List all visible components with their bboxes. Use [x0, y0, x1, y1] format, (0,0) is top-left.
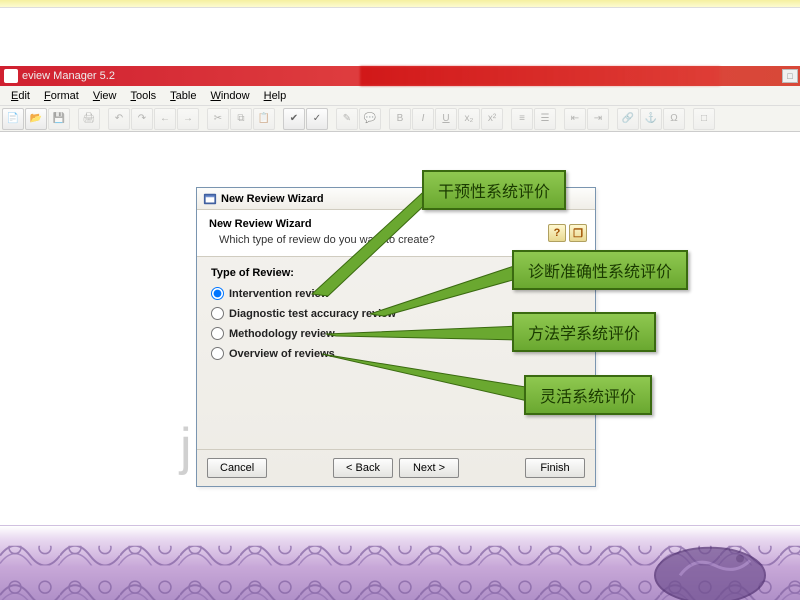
spellcheck-icon[interactable]: ✔: [283, 108, 305, 130]
link-icon: 🔗: [617, 108, 639, 130]
radio-diagnostic-label: Diagnostic test accuracy review: [229, 308, 396, 320]
list-bullet-icon: ≡: [511, 108, 533, 130]
save-icon[interactable]: 💾: [48, 108, 70, 130]
blank-area: [0, 8, 800, 66]
dialog-header-subtitle: Which type of review do you want to crea…: [209, 234, 583, 246]
indent-icon: ⇥: [587, 108, 609, 130]
top-accent-bar: [0, 0, 800, 8]
nav-back-icon: ←: [154, 108, 176, 130]
underline-icon: U: [435, 108, 457, 130]
redo-icon: ↷: [131, 108, 153, 130]
radio-intervention-input[interactable]: [211, 287, 224, 300]
sub-icon: x₂: [458, 108, 480, 130]
menu-view[interactable]: View: [86, 88, 124, 104]
window-title: eview Manager 5.2: [22, 70, 115, 82]
radio-methodology-input[interactable]: [211, 327, 224, 340]
next-button[interactable]: Next >: [399, 458, 459, 478]
anchor-icon: ⚓: [640, 108, 662, 130]
menu-format[interactable]: Format: [37, 88, 86, 104]
list-number-icon: ☰: [534, 108, 556, 130]
menu-table[interactable]: Table: [163, 88, 203, 104]
menubar: Edit Format View Tools Table Window Help: [0, 86, 800, 106]
radio-diagnostic-input[interactable]: [211, 307, 224, 320]
menu-tools[interactable]: Tools: [123, 88, 163, 104]
paste-icon: 📋: [253, 108, 275, 130]
tool-icon: □: [693, 108, 715, 130]
toolbar: 📄 📂 💾 🖨 ↶ ↷ ← → ✂ ⧉ 📋 ✔ ✓ ✎ 💬 B I U x₂ x…: [0, 106, 800, 132]
app-icon: [4, 69, 18, 83]
callout-diagnostic: 诊断准确性系统评价: [512, 250, 688, 290]
new-icon[interactable]: 📄: [2, 108, 24, 130]
open-icon[interactable]: 📂: [25, 108, 47, 130]
menu-edit[interactable]: Edit: [4, 88, 37, 104]
radio-overview-input[interactable]: [211, 347, 224, 360]
cut-icon: ✂: [207, 108, 229, 130]
radio-overview-label: Overview of reviews: [229, 348, 335, 360]
wizard-icon: [203, 192, 217, 206]
content-area: jinchutou.com New Review Wizard New Revi…: [0, 132, 800, 522]
check-icon[interactable]: ✓: [306, 108, 328, 130]
radio-methodology-label: Methodology review: [229, 328, 335, 340]
bold-icon: B: [389, 108, 411, 130]
radio-intervention-label: Intervention review: [229, 288, 329, 300]
comment-icon: 💬: [359, 108, 381, 130]
menu-help[interactable]: Help: [257, 88, 294, 104]
callout-intervention: 干预性系统评价: [422, 170, 566, 210]
sup-icon: x²: [481, 108, 503, 130]
outdent-icon: ⇤: [564, 108, 586, 130]
nav-fwd-icon: →: [177, 108, 199, 130]
finish-button[interactable]: Finish: [525, 458, 585, 478]
footer-decoration: [0, 525, 800, 600]
window-control[interactable]: □: [782, 69, 798, 83]
dialog-footer: Cancel < Back Next > Finish: [197, 449, 595, 486]
menu-window[interactable]: Window: [203, 88, 256, 104]
dialog-title: New Review Wizard: [221, 193, 324, 205]
print-icon: 🖨: [78, 108, 100, 130]
back-button[interactable]: < Back: [333, 458, 393, 478]
symbol-icon: Ω: [663, 108, 685, 130]
italic-icon: I: [412, 108, 434, 130]
dialog-header-title: New Review Wizard: [209, 218, 583, 230]
undo-icon: ↶: [108, 108, 130, 130]
window-titlebar: eview Manager 5.2 □: [0, 66, 800, 86]
copy-icon: ⧉: [230, 108, 252, 130]
help-button[interactable]: ?: [548, 224, 566, 242]
callout-methodology: 方法学系统评价: [512, 312, 656, 352]
handbook-button[interactable]: ❐: [569, 224, 587, 242]
cancel-button[interactable]: Cancel: [207, 458, 267, 478]
callout-overview: 灵活系统评价: [524, 375, 652, 415]
titlebar-decoration: [360, 66, 720, 86]
track-changes-icon: ✎: [336, 108, 358, 130]
